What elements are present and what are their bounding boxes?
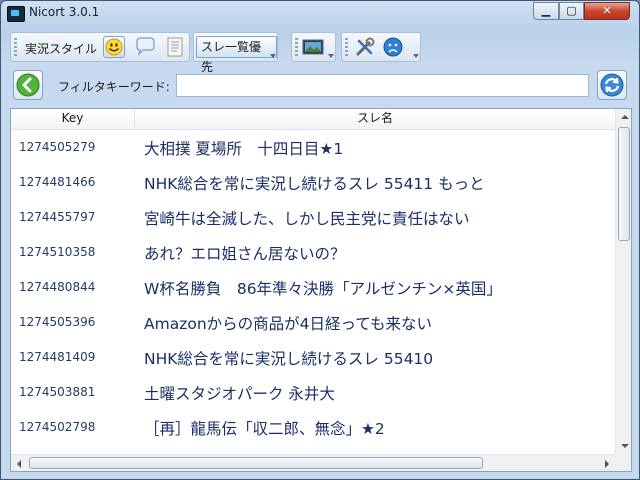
image-icon (302, 39, 324, 55)
row-key: 1274480844 (19, 280, 96, 294)
close-button[interactable]: ✕ (584, 2, 630, 20)
row-thread-name: 土曜スタジオパーク 永井大 (144, 385, 335, 403)
refresh-icon (600, 73, 624, 97)
row-thread-name: あれ？エロ姐さん居ないの？ (144, 245, 346, 263)
row-thread-name: NHK総合を常に実況し続けるスレ 55410 (144, 350, 434, 368)
minimize-button[interactable]: ▁ (533, 2, 559, 20)
sad-face-icon (383, 37, 403, 57)
row-thread-name: NHK総合を常に実況し続けるスレ 55411 もっと (144, 175, 485, 193)
image-button[interactable] (302, 36, 324, 58)
row-key: 1274503881 (19, 385, 96, 399)
thread-list-priority-toggle[interactable]: スレ一覧優先 (196, 36, 277, 74)
smiley-icon (105, 38, 123, 56)
horizontal-scrollbar[interactable] (11, 454, 615, 471)
settings-button[interactable] (354, 36, 376, 58)
refresh-button[interactable] (597, 70, 627, 100)
table-row[interactable]: 1274455797 宮崎牛は全滅した、しかし民主党に責任はない (11, 200, 615, 235)
toolbar-thread: スレ一覧優先 (193, 32, 278, 74)
toolbar-grip[interactable] (345, 38, 348, 56)
vertical-scroll-thumb[interactable] (618, 127, 630, 241)
column-header-name[interactable]: スレ名 (135, 109, 615, 129)
settings-tools-icon (356, 37, 375, 56)
app-monitor-icon (7, 6, 25, 22)
toolbar-overflow-icon[interactable] (413, 54, 419, 60)
list-rows: 1274505279 大相撲 夏場所 十四日目★1 1274481466 NHK… (11, 130, 615, 445)
table-row[interactable]: 1274510358 あれ？エロ姐さん居ないの？ (11, 235, 615, 270)
scroll-left-icon[interactable] (17, 460, 21, 468)
row-key: 1274505279 (19, 140, 96, 154)
speech-bubble-icon (136, 37, 155, 56)
row-thread-name: ［再］龍馬伝「収二郎、無念」★2 (144, 420, 385, 438)
row-key: 1274455797 (19, 210, 96, 224)
filter-keyword-label: フィルタキーワード: (58, 80, 170, 94)
scroll-corner (615, 454, 631, 471)
smiley-button[interactable] (103, 36, 125, 58)
back-button[interactable] (13, 70, 43, 100)
app-window: Nicort 3.0.1 ▁ ▢ ✕ 実況スタイル スレ一覧優先 フィルタキーワ… (0, 0, 640, 480)
toolbar-overflow-icon[interactable] (270, 54, 276, 60)
document-button[interactable] (164, 36, 186, 58)
toolbar-grip[interactable] (295, 38, 298, 56)
scroll-down-icon[interactable] (621, 444, 629, 448)
maximize-button[interactable]: ▢ (559, 2, 584, 20)
toolbar-overflow-icon[interactable] (328, 54, 334, 60)
row-thread-name: Amazonからの商品が4日経っても来ない (144, 315, 432, 333)
list-header: Key スレ名 (11, 109, 615, 130)
sad-face-button[interactable] (382, 36, 404, 58)
row-key: 1274481466 (19, 175, 96, 189)
filter-keyword-input[interactable] (176, 74, 589, 97)
toolbar-image (291, 32, 336, 62)
scroll-right-icon[interactable] (605, 460, 609, 468)
table-row[interactable]: 1274481409 NHK総合を常に実況し続けるスレ 55410 (11, 340, 615, 375)
table-row[interactable]: 1274502798 ［再］龍馬伝「収二郎、無念」★2 (11, 410, 615, 445)
toolbar-grip[interactable] (14, 38, 17, 56)
table-row[interactable]: 1274503881 土曜スタジオパーク 永井大 (11, 375, 615, 410)
column-header-key[interactable]: Key (11, 109, 135, 129)
row-thread-name: 大相撲 夏場所 十四日目★1 (144, 140, 344, 158)
table-row[interactable]: 1274505396 Amazonからの商品が4日経っても来ない (11, 305, 615, 340)
vertical-scrollbar[interactable] (615, 109, 631, 454)
filter-bar: フィルタキーワード: (10, 70, 632, 102)
horizontal-scroll-thumb[interactable] (29, 457, 483, 469)
row-key: 1274510358 (19, 245, 96, 259)
window-title: Nicort 3.0.1 (29, 5, 100, 19)
row-key: 1274481409 (19, 350, 96, 364)
thread-list[interactable]: Key スレ名 1274505279 大相撲 夏場所 十四日目★1 127448… (10, 108, 632, 472)
table-row[interactable]: 1274505279 大相撲 夏場所 十四日目★1 (11, 130, 615, 165)
title-bar[interactable]: Nicort 3.0.1 ▁ ▢ ✕ (1, 1, 639, 25)
row-key: 1274505396 (19, 315, 96, 329)
speech-bubble-button[interactable] (134, 36, 156, 58)
row-thread-name: W杯名勝負 86年準々決勝「アルゼンチン×英国」 (144, 280, 502, 298)
back-arrow-icon (16, 73, 40, 97)
table-row[interactable]: 1274480844 W杯名勝負 86年準々決勝「アルゼンチン×英国」 (11, 270, 615, 305)
table-row[interactable]: 1274481466 NHK総合を常に実況し続けるスレ 55411 もっと (11, 165, 615, 200)
scroll-up-icon[interactable] (621, 115, 629, 119)
row-key: 1274502798 (19, 420, 96, 434)
document-icon (167, 37, 183, 57)
toolbar-tools (341, 32, 421, 62)
mode-label: 実況スタイル (25, 42, 98, 56)
row-thread-name: 宮崎牛は全滅した、しかし民主党に責任はない (144, 210, 470, 228)
toolbar-style: 実況スタイル (10, 32, 190, 62)
